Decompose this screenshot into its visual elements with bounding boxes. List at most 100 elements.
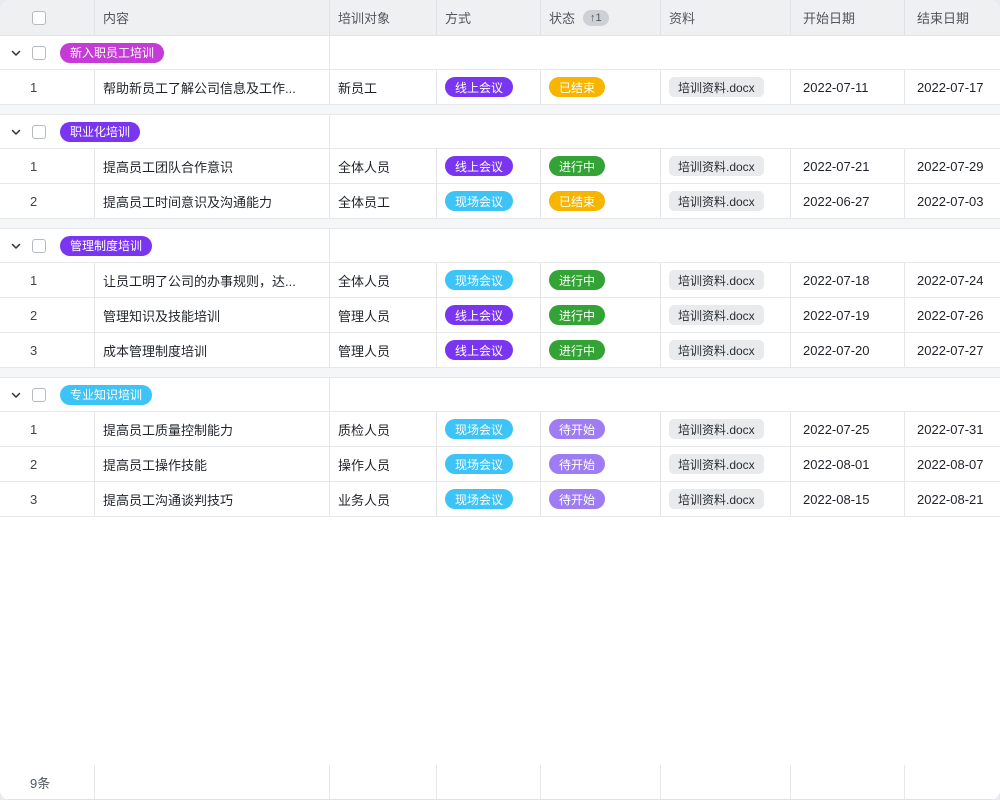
- target-cell[interactable]: 管理人员: [330, 333, 437, 367]
- row-number-cell[interactable]: 1: [0, 263, 95, 297]
- sort-badge[interactable]: ↑1: [583, 10, 609, 26]
- status-cell[interactable]: 进行中: [541, 333, 661, 367]
- start-date-cell[interactable]: 2022-07-25: [791, 412, 905, 446]
- content-cell[interactable]: 管理知识及技能培训: [95, 298, 330, 332]
- end-date-cell[interactable]: 2022-07-26: [905, 298, 1000, 332]
- column-header-status[interactable]: 状态↑1: [541, 0, 661, 35]
- chevron-down-icon[interactable]: [10, 389, 22, 401]
- row-number-cell[interactable]: 2: [0, 298, 95, 332]
- content-cell[interactable]: 提高员工沟通谈判技巧: [95, 482, 330, 516]
- group-badge[interactable]: 职业化培训: [60, 122, 140, 142]
- start-date-cell[interactable]: 2022-07-18: [791, 263, 905, 297]
- content-cell[interactable]: 让员工明了公司的办事规则，达...: [95, 263, 330, 297]
- file-chip[interactable]: 培训资料.docx: [669, 305, 764, 325]
- file-chip[interactable]: 培训资料.docx: [669, 454, 764, 474]
- status-cell[interactable]: 待开始: [541, 482, 661, 516]
- status-cell[interactable]: 已结束: [541, 184, 661, 218]
- content-cell[interactable]: 提高员工团队合作意识: [95, 149, 330, 183]
- end-date-cell[interactable]: 2022-08-07: [905, 447, 1000, 481]
- group-checkbox[interactable]: [32, 239, 46, 253]
- group-badge[interactable]: 管理制度培训: [60, 236, 152, 256]
- end-date-cell[interactable]: 2022-07-17: [905, 70, 1000, 104]
- file-cell[interactable]: 培训资料.docx: [661, 149, 791, 183]
- column-header-start-date[interactable]: 开始日期: [791, 0, 905, 35]
- start-date-cell[interactable]: 2022-07-21: [791, 149, 905, 183]
- status-cell[interactable]: 进行中: [541, 149, 661, 183]
- status-cell[interactable]: 进行中: [541, 263, 661, 297]
- group-badge[interactable]: 专业知识培训: [60, 385, 152, 405]
- method-cell[interactable]: 线上会议: [437, 149, 541, 183]
- select-all-checkbox[interactable]: [32, 11, 46, 25]
- file-chip[interactable]: 培训资料.docx: [669, 191, 764, 211]
- file-chip[interactable]: 培训资料.docx: [669, 156, 764, 176]
- end-date-cell[interactable]: 2022-07-24: [905, 263, 1000, 297]
- row-number-cell[interactable]: 1: [0, 412, 95, 446]
- status-cell[interactable]: 已结束: [541, 70, 661, 104]
- group-checkbox[interactable]: [32, 125, 46, 139]
- row-number-cell[interactable]: 2: [0, 447, 95, 481]
- target-cell[interactable]: 全体人员: [330, 149, 437, 183]
- chevron-down-icon[interactable]: [10, 126, 22, 138]
- row-number-cell[interactable]: 1: [0, 149, 95, 183]
- file-cell[interactable]: 培训资料.docx: [661, 298, 791, 332]
- file-cell[interactable]: 培训资料.docx: [661, 263, 791, 297]
- group-checkbox[interactable]: [32, 388, 46, 402]
- method-cell[interactable]: 线上会议: [437, 333, 541, 367]
- start-date-cell[interactable]: 2022-08-15: [791, 482, 905, 516]
- content-cell[interactable]: 帮助新员工了解公司信息及工作...: [95, 70, 330, 104]
- group-checkbox[interactable]: [32, 46, 46, 60]
- column-header-target[interactable]: 培训对象: [330, 0, 437, 35]
- status-cell[interactable]: 待开始: [541, 412, 661, 446]
- file-chip[interactable]: 培训资料.docx: [669, 340, 764, 360]
- row-number-cell[interactable]: 3: [0, 333, 95, 367]
- end-date-cell[interactable]: 2022-07-27: [905, 333, 1000, 367]
- end-date-cell[interactable]: 2022-07-29: [905, 149, 1000, 183]
- method-cell[interactable]: 线上会议: [437, 70, 541, 104]
- end-date-cell[interactable]: 2022-08-21: [905, 482, 1000, 516]
- row-number-cell[interactable]: 2: [0, 184, 95, 218]
- target-cell[interactable]: 操作人员: [330, 447, 437, 481]
- start-date-cell[interactable]: 2022-06-27: [791, 184, 905, 218]
- method-cell[interactable]: 现场会议: [437, 184, 541, 218]
- file-chip[interactable]: 培训资料.docx: [669, 270, 764, 290]
- target-cell[interactable]: 质检人员: [330, 412, 437, 446]
- file-cell[interactable]: 培训资料.docx: [661, 333, 791, 367]
- target-cell[interactable]: 业务人员: [330, 482, 437, 516]
- file-cell[interactable]: 培训资料.docx: [661, 447, 791, 481]
- content-cell[interactable]: 提高员工时间意识及沟通能力: [95, 184, 330, 218]
- method-cell[interactable]: 现场会议: [437, 482, 541, 516]
- target-cell[interactable]: 新员工: [330, 70, 437, 104]
- status-cell[interactable]: 待开始: [541, 447, 661, 481]
- method-cell[interactable]: 线上会议: [437, 298, 541, 332]
- start-date-cell[interactable]: 2022-07-20: [791, 333, 905, 367]
- content-cell[interactable]: 成本管理制度培训: [95, 333, 330, 367]
- content-cell[interactable]: 提高员工操作技能: [95, 447, 330, 481]
- method-cell[interactable]: 现场会议: [437, 263, 541, 297]
- method-cell[interactable]: 现场会议: [437, 447, 541, 481]
- file-cell[interactable]: 培训资料.docx: [661, 482, 791, 516]
- start-date-cell[interactable]: 2022-07-19: [791, 298, 905, 332]
- file-cell[interactable]: 培训资料.docx: [661, 412, 791, 446]
- file-chip[interactable]: 培训资料.docx: [669, 489, 764, 509]
- start-date-cell[interactable]: 2022-08-01: [791, 447, 905, 481]
- end-date-cell[interactable]: 2022-07-03: [905, 184, 1000, 218]
- end-date-cell[interactable]: 2022-07-31: [905, 412, 1000, 446]
- row-number-cell[interactable]: 1: [0, 70, 95, 104]
- column-header-method[interactable]: 方式: [437, 0, 541, 35]
- target-cell[interactable]: 全体员工: [330, 184, 437, 218]
- file-chip[interactable]: 培训资料.docx: [669, 419, 764, 439]
- column-header-content[interactable]: 内容: [95, 0, 330, 35]
- file-cell[interactable]: 培训资料.docx: [661, 70, 791, 104]
- file-chip[interactable]: 培训资料.docx: [669, 77, 764, 97]
- group-badge[interactable]: 新入职员工培训: [60, 43, 164, 63]
- column-header-file[interactable]: 资料: [661, 0, 791, 35]
- row-number-cell[interactable]: 3: [0, 482, 95, 516]
- chevron-down-icon[interactable]: [10, 47, 22, 59]
- target-cell[interactable]: 管理人员: [330, 298, 437, 332]
- method-cell[interactable]: 现场会议: [437, 412, 541, 446]
- content-cell[interactable]: 提高员工质量控制能力: [95, 412, 330, 446]
- start-date-cell[interactable]: 2022-07-11: [791, 70, 905, 104]
- column-header-end-date[interactable]: 结束日期: [905, 0, 1000, 35]
- file-cell[interactable]: 培训资料.docx: [661, 184, 791, 218]
- target-cell[interactable]: 全体人员: [330, 263, 437, 297]
